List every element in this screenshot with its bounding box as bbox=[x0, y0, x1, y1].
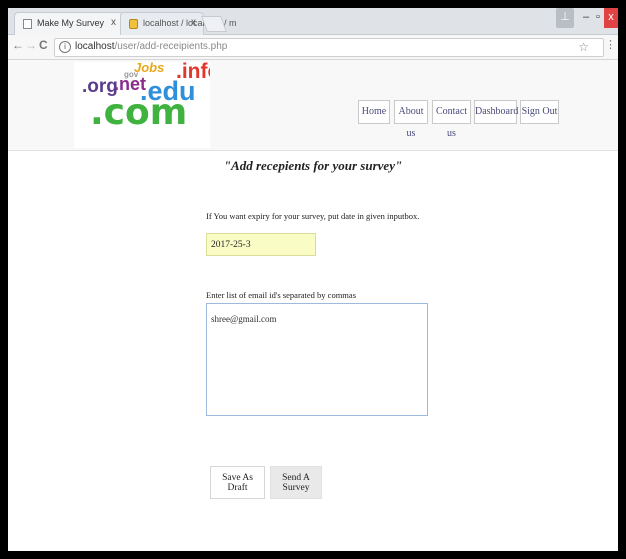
logo-info: .info bbox=[176, 62, 210, 83]
emails-label: Enter list of email id's separated by co… bbox=[206, 290, 357, 300]
nav-dashboard-button[interactable]: Dashboard bbox=[474, 100, 518, 124]
save-as-draft-button[interactable]: Save As Draft bbox=[210, 466, 265, 499]
profile-icon[interactable]: ⊥ bbox=[556, 8, 574, 28]
nav-contact-button[interactable]: Contact us bbox=[432, 100, 471, 139]
tab-localhost[interactable]: localhost / localhost / m x bbox=[120, 12, 237, 35]
logo-jobs: Jobs bbox=[134, 62, 165, 75]
browser-window: Make My Survey x localhost / localhost /… bbox=[8, 8, 618, 551]
phpmyadmin-icon bbox=[129, 19, 138, 29]
logo-com: .com bbox=[90, 92, 188, 133]
address-bar[interactable]: i localhost/user/add-receipients.php ☆ bbox=[54, 38, 604, 57]
browser-toolbar: ← → C i localhost/user/add-receipients.p… bbox=[8, 35, 618, 60]
nav-about-button[interactable]: About us bbox=[394, 100, 428, 139]
screenshot-frame: Make My Survey x localhost / localhost /… bbox=[0, 0, 626, 559]
minimize-button[interactable]: – bbox=[580, 8, 592, 28]
page-icon bbox=[23, 19, 32, 29]
expiry-date-input[interactable] bbox=[206, 233, 316, 256]
url-text: localhost/user/add-receipients.php bbox=[75, 41, 228, 52]
forward-arrow-icon[interactable]: → bbox=[25, 38, 37, 52]
page-title: "Add recepients for your survey" bbox=[223, 158, 403, 173]
tab-title: Make My Survey bbox=[37, 18, 105, 28]
tab-make-my-survey[interactable]: Make My Survey x bbox=[14, 12, 124, 35]
nav-home-button[interactable]: Home bbox=[358, 100, 390, 124]
info-icon[interactable]: i bbox=[59, 41, 71, 53]
nav-sign-out-button[interactable]: Sign Out bbox=[520, 100, 559, 124]
maximize-button[interactable]: ▫ bbox=[592, 8, 604, 28]
bookmark-star-icon[interactable]: ☆ bbox=[578, 40, 589, 54]
site-header: gov .org .net Jobs .edu .info .com Home … bbox=[8, 60, 618, 151]
send-survey-button[interactable]: Send A Survey bbox=[270, 466, 322, 499]
site-logo[interactable]: gov .org .net Jobs .edu .info .com bbox=[74, 62, 210, 148]
emails-textarea[interactable]: shree@gmail.com bbox=[206, 303, 428, 416]
close-tab-icon[interactable]: x bbox=[111, 17, 116, 28]
expiry-label: If You want expiry for your survey, put … bbox=[206, 211, 420, 221]
close-tab-icon[interactable]: x bbox=[191, 17, 196, 28]
menu-icon[interactable]: ⋮ bbox=[605, 38, 616, 51]
close-window-button[interactable]: x bbox=[604, 8, 618, 28]
back-arrow-icon[interactable]: ← bbox=[12, 38, 24, 52]
tab-strip: Make My Survey x localhost / localhost /… bbox=[8, 8, 618, 35]
reload-icon[interactable]: C bbox=[39, 38, 48, 52]
